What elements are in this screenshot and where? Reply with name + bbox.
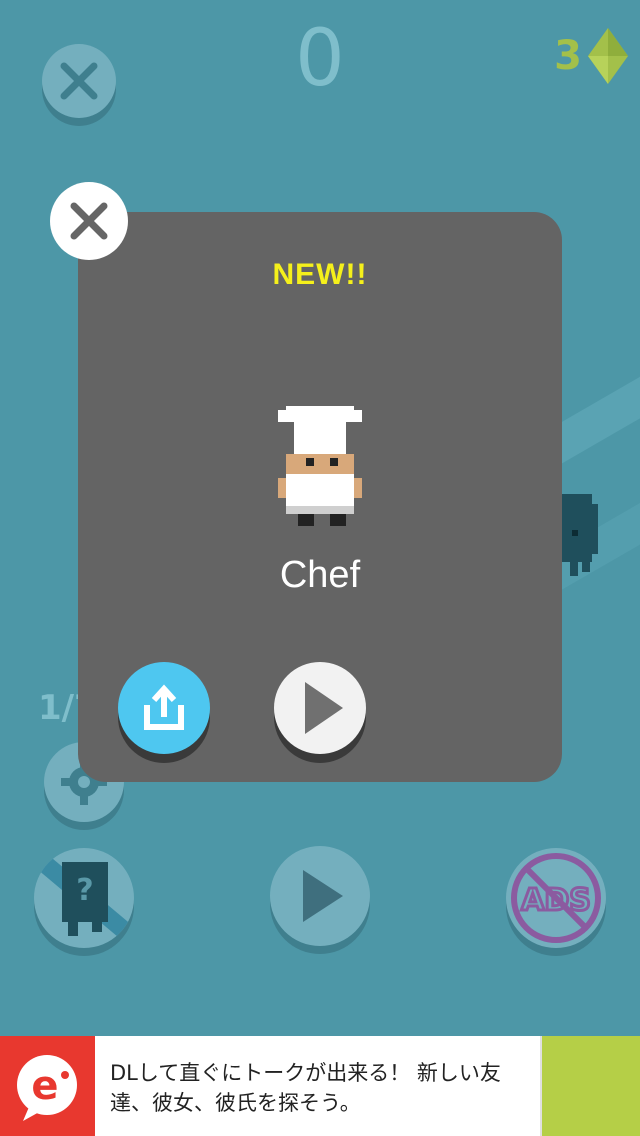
- gem-counter: 3: [554, 28, 628, 84]
- mystery-character-button[interactable]: ?: [34, 848, 134, 948]
- play-icon: [303, 870, 343, 922]
- play-icon: [305, 682, 343, 734]
- character-peek: [562, 494, 598, 578]
- ad-text: DLして直ぐにトークが出来る！ 新しい友達、彼女、彼氏を探そう。: [110, 1061, 501, 1115]
- chef-character-sprite: [278, 406, 362, 526]
- svg-text:?: ?: [76, 873, 93, 908]
- ad-app-logo: e: [0, 1036, 95, 1136]
- mystery-character-icon: ?: [34, 851, 134, 948]
- ad-install-area[interactable]: [540, 1036, 640, 1136]
- score-display: 0: [295, 14, 345, 104]
- share-icon: [144, 684, 184, 730]
- play-button[interactable]: [270, 846, 370, 946]
- modal-close-button[interactable]: [50, 182, 128, 260]
- play-character-button[interactable]: [274, 662, 366, 754]
- gem-icon: [588, 28, 628, 84]
- ad-logo-letter: e: [31, 1063, 58, 1109]
- close-icon: [70, 202, 108, 240]
- new-badge: NEW!!: [272, 258, 368, 291]
- no-ads-icon: ADS: [511, 853, 601, 943]
- remove-ads-button[interactable]: ADS: [506, 848, 606, 948]
- close-icon: [60, 62, 98, 100]
- character-name: Chef: [279, 554, 361, 596]
- gem-count: 3: [554, 33, 582, 79]
- share-button[interactable]: [118, 662, 210, 754]
- ad-banner[interactable]: e DLして直ぐにトークが出来る！ 新しい友達、彼女、彼氏を探そう。: [0, 1036, 640, 1136]
- exit-button[interactable]: [42, 44, 116, 118]
